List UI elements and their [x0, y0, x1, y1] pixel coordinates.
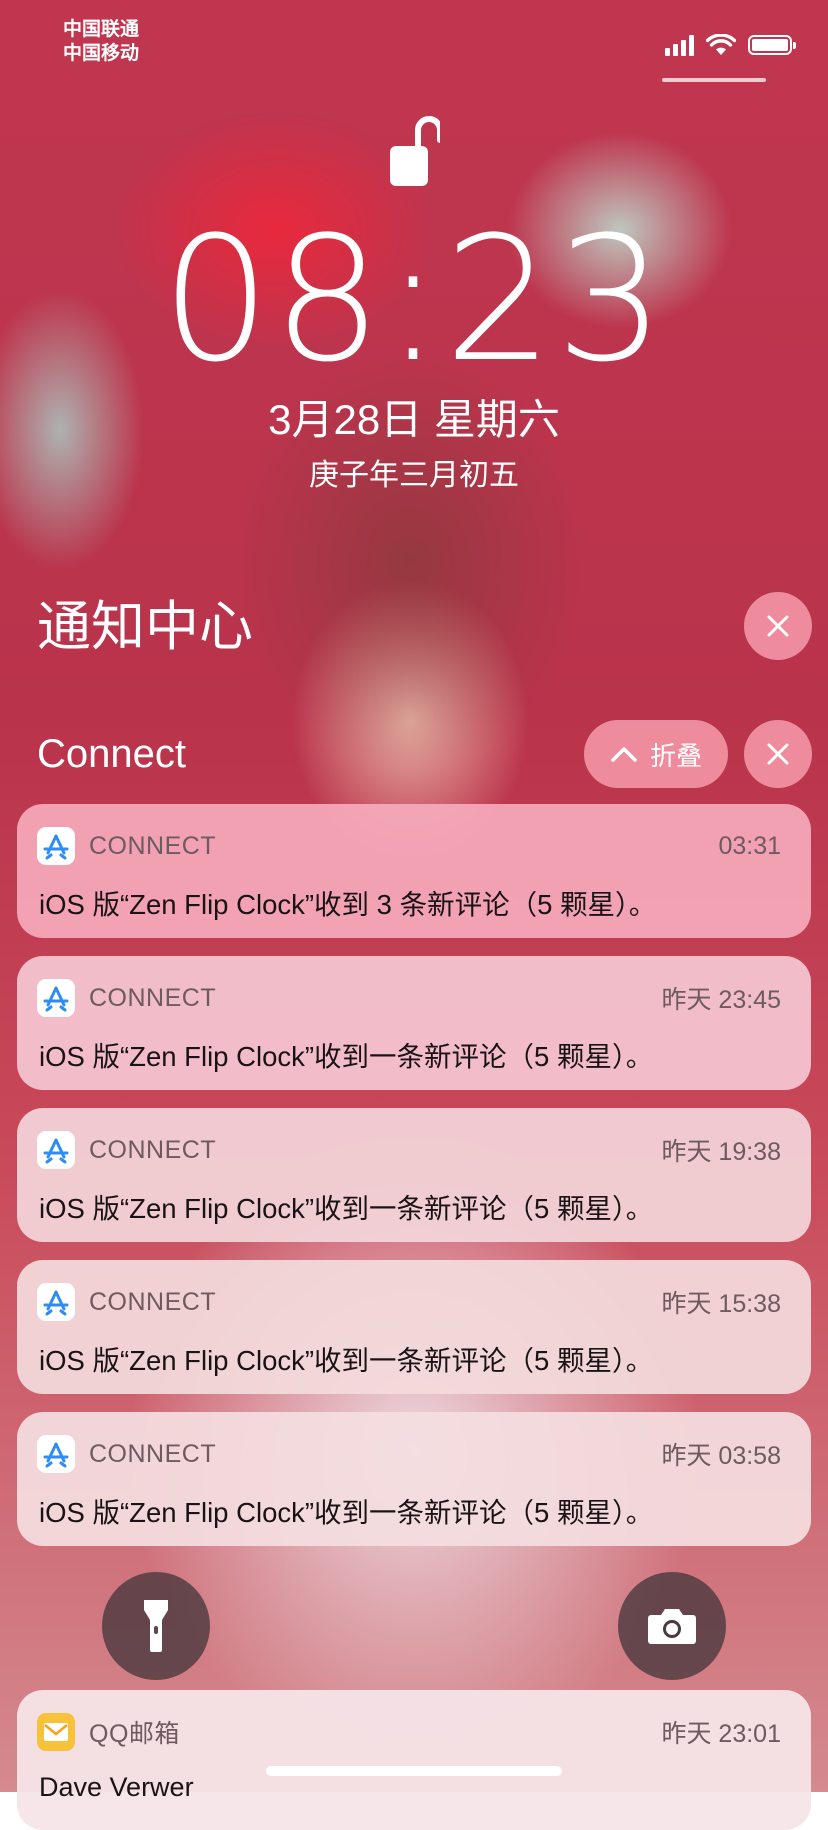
notification-time: 昨天 23:01 [661, 1720, 781, 1748]
wifi-icon [706, 34, 736, 55]
carrier-2: 中国移动 [63, 43, 140, 64]
notification-body: Dave Verwer [39, 1772, 194, 1802]
control-center-grabber[interactable] [662, 78, 766, 82]
battery-icon [748, 35, 796, 55]
notification-time: 昨天 23:45 [661, 986, 781, 1014]
signal-icon [665, 34, 694, 56]
notification-center-title: 通知中心 [37, 597, 253, 657]
unlocked-padlock-icon [390, 116, 440, 186]
flashlight-icon [144, 1600, 168, 1652]
close-icon [767, 615, 789, 637]
collapse-button[interactable]: 折叠 [584, 720, 728, 788]
flashlight-button[interactable] [102, 1572, 210, 1680]
camera-button[interactable] [618, 1572, 726, 1680]
lunar-date: 庚子年三月初五 [309, 459, 519, 492]
carrier-labels: 中国联通 中国移动 [63, 18, 139, 66]
notification-body: iOS 版“Zen Flip Clock”收到一条新评论（5 颗星）。 [39, 1497, 654, 1528]
app-store-icon [37, 1131, 75, 1169]
app-store-icon [37, 1435, 75, 1473]
home-indicator[interactable] [266, 1766, 562, 1776]
lock-clock: 08:23 [161, 199, 667, 400]
notification-time: 昨天 03:58 [661, 1442, 781, 1470]
app-name: CONNECT [89, 1287, 217, 1316]
app-store-icon [37, 979, 75, 1017]
app-name: CONNECT [89, 983, 217, 1012]
app-name: CONNECT [89, 1135, 217, 1164]
clear-all-button[interactable] [744, 592, 812, 660]
app-name: CONNECT [89, 1439, 217, 1468]
clear-group-button[interactable] [744, 720, 812, 788]
camera-icon [648, 1609, 696, 1644]
notification-time: 昨天 15:38 [661, 1290, 781, 1318]
status-icons [665, 34, 796, 56]
notification-card[interactable]: CONNECT 昨天 19:38 iOS 版“Zen Flip Clock”收到… [17, 1108, 811, 1242]
group-title: Connect [37, 732, 186, 776]
notification-body: iOS 版“Zen Flip Clock”收到 3 条新评论（5 颗星）。 [39, 889, 657, 920]
lock-date: 3月28日 星期六 [268, 396, 560, 443]
collapse-label: 折叠 [649, 740, 702, 771]
notification-body: iOS 版“Zen Flip Clock”收到一条新评论（5 颗星）。 [39, 1345, 654, 1376]
chevron-up-icon [611, 747, 637, 762]
notification-card[interactable]: CONNECT 昨天 15:38 iOS 版“Zen Flip Clock”收到… [17, 1260, 811, 1394]
close-icon [767, 743, 789, 765]
app-store-icon [37, 1283, 75, 1321]
notification-card[interactable]: CONNECT 03:31 iOS 版“Zen Flip Clock”收到 3 … [17, 804, 811, 938]
app-name: QQ邮箱 [89, 1720, 180, 1748]
notification-card[interactable]: CONNECT 昨天 03:58 iOS 版“Zen Flip Clock”收到… [17, 1412, 811, 1546]
notification-body: iOS 版“Zen Flip Clock”收到一条新评论（5 颗星）。 [39, 1041, 654, 1072]
notification-time: 03:31 [718, 831, 781, 860]
app-name: CONNECT [89, 831, 217, 860]
notification-body: iOS 版“Zen Flip Clock”收到一条新评论（5 颗星）。 [39, 1193, 654, 1224]
notification-card[interactable]: QQ邮箱 昨天 23:01 Dave Verwer [17, 1690, 811, 1830]
app-store-icon [37, 827, 75, 865]
notification-card[interactable]: CONNECT 昨天 23:45 iOS 版“Zen Flip Clock”收到… [17, 956, 811, 1090]
mail-icon [37, 1713, 75, 1751]
notification-time: 昨天 19:38 [661, 1138, 781, 1166]
carrier-1: 中国联通 [63, 19, 140, 40]
